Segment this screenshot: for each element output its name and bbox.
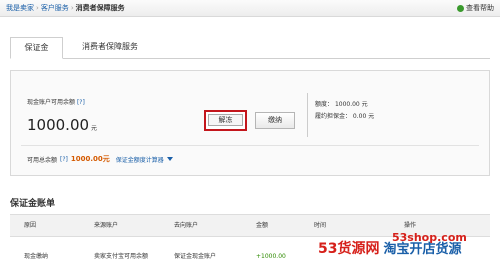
help-label: 查看帮助 xyxy=(466,4,494,12)
balance-currency: 元 xyxy=(91,125,98,132)
column-amount: 金额 xyxy=(256,222,269,229)
unfreeze-button-label: 解冻 xyxy=(208,114,243,126)
help-icon xyxy=(457,4,464,12)
tab-deposit[interactable]: 保证金 xyxy=(10,37,63,59)
frozen-value: ： 0.00 元 xyxy=(345,113,375,120)
breadcrumb-separator: › xyxy=(36,4,39,12)
frozen-label: 履约担保金 xyxy=(315,113,346,120)
total-balance-row: 可用总余额 [?] 1000.00元 保证金额度计算器 xyxy=(27,154,173,164)
frozen-info: 履约担保金： 0.00 元 xyxy=(315,111,374,120)
limit-value: 1000.00 元 xyxy=(334,101,368,108)
vertical-divider xyxy=(307,93,308,137)
breadcrumb-current: 消费者保障服务 xyxy=(75,4,125,12)
deposit-summary-card: 现金账户可用余额 [?] 1000.00 元 解冻 缴纳 额度： 1000.00 … xyxy=(10,70,490,176)
top-bar: 我是卖家 › 客户服务 › 消费者保障服务 查看帮助 xyxy=(0,0,500,17)
chevron-down-icon[interactable] xyxy=(166,157,173,161)
row-reason: 现金缴纳 xyxy=(24,253,49,260)
unfreeze-button[interactable]: 解冻 xyxy=(204,110,247,131)
column-source: 来源账户 xyxy=(94,222,119,229)
column-time: 时间 xyxy=(314,222,327,229)
total-balance-label: 可用总余额 xyxy=(27,156,58,164)
breadcrumb-home-link[interactable]: 我是卖家 xyxy=(6,4,34,12)
card-divider xyxy=(21,145,479,146)
row-source: 卖家支付宝可用余额 xyxy=(94,253,149,260)
breadcrumb-service-link[interactable]: 客户服务 xyxy=(41,4,69,12)
column-reason: 原因 xyxy=(24,222,37,229)
row-amount: +1000.00 xyxy=(256,253,286,260)
breadcrumb: 我是卖家 › 客户服务 › 消费者保障服务 xyxy=(6,0,125,16)
balance-value: 1000.00 xyxy=(27,116,90,134)
tab-consumer-protection[interactable]: 消费者保障服务 xyxy=(72,37,148,57)
watermark: 53货源网 淘宝开店货源 xyxy=(318,238,462,258)
total-balance-value: 1000.00元 xyxy=(70,155,110,163)
deposit-calculator-link[interactable]: 保证金额度计算器 xyxy=(116,155,164,164)
cash-balance-text: 现金账户可用余额 xyxy=(27,99,76,106)
cash-help-link[interactable]: [?] xyxy=(77,99,85,106)
limit-label: 额度： xyxy=(315,101,334,108)
breadcrumb-separator: › xyxy=(70,4,74,12)
cash-balance-amount: 1000.00 元 xyxy=(27,116,97,134)
row-destination: 保证金现金账户 xyxy=(174,253,217,260)
pay-button[interactable]: 缴纳 xyxy=(255,112,295,129)
column-destination: 去向账户 xyxy=(174,222,199,229)
total-help-link[interactable]: [?] xyxy=(60,156,68,163)
help-link[interactable]: 查看帮助 xyxy=(457,0,494,16)
cash-balance-label: 现金账户可用余额 [?] xyxy=(27,97,85,106)
watermark-slogan: 淘宝开店货源 xyxy=(383,242,462,257)
limit-info: 额度： 1000.00 元 xyxy=(315,99,368,108)
watermark-brand: 53货源网 xyxy=(318,241,380,257)
tab-bar: 保证金 消费者保障服务 xyxy=(10,37,490,59)
ledger-title: 保证金账单 xyxy=(10,199,56,209)
